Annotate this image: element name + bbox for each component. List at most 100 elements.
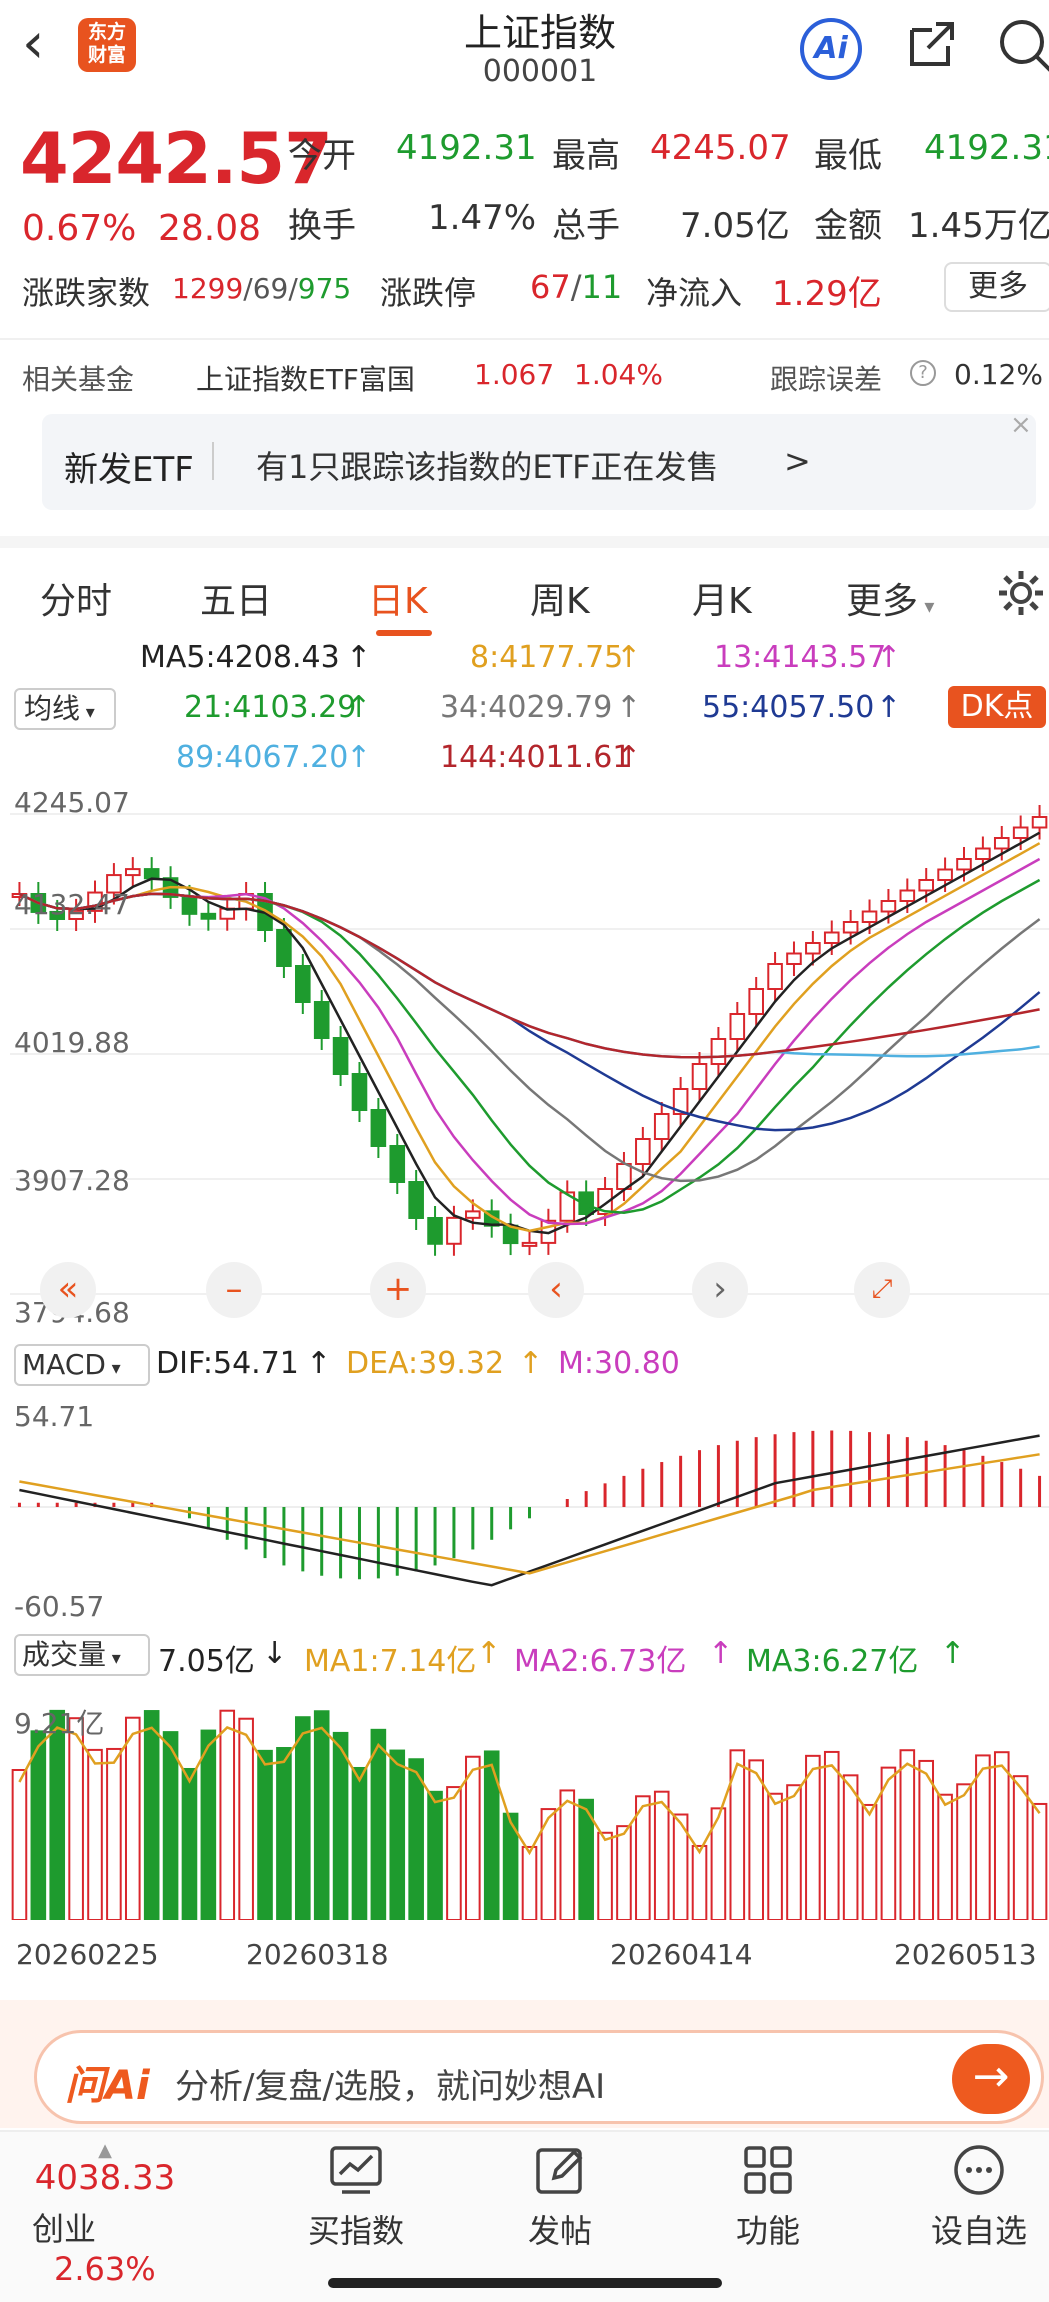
inflow-label: 净流入: [646, 274, 743, 312]
kline-candle: [1012, 826, 1029, 839]
volume-ma1: MA1:7.14亿: [304, 1644, 477, 1679]
low-label: 最低: [814, 136, 882, 176]
scroll-left-fast-icon[interactable]: «: [40, 1262, 96, 1318]
etf-arrow-icon: >: [784, 442, 811, 480]
volume-bar: [313, 1710, 330, 1920]
limit-down: 11: [581, 268, 623, 306]
edit-pencil-icon: [536, 2148, 583, 2194]
page-title: 上证指数: [463, 11, 616, 55]
related-fund-row[interactable]: 相关基金 上证指数ETF富国 1.067 1.04% 跟踪误差 ? 0.12%: [0, 338, 1049, 408]
zoom-in-icon[interactable]: +: [370, 1262, 426, 1318]
tab-more[interactable]: 更多 ▾: [846, 572, 934, 624]
kline-candle: [408, 1181, 424, 1219]
chart-trend-icon: [330, 2146, 382, 2194]
kline-candle: [691, 1063, 708, 1090]
share-icon[interactable]: [904, 16, 960, 72]
ai-search-bar[interactable]: 问Ai 分析/复盘/选股，就问妙想AI: [34, 2030, 1044, 2124]
logo-line2: 财富: [87, 44, 126, 66]
volume-bar: [257, 1749, 273, 1920]
ai-prompt-text: 分析/复盘/选股，就问妙想AI: [175, 2067, 606, 2107]
nav-post[interactable]: 发帖: [500, 2142, 620, 2252]
volume-bar: [87, 1748, 103, 1920]
back-chevron-icon[interactable]: ‹: [22, 16, 68, 76]
home-indicator: [328, 2278, 722, 2288]
kline-candle: [370, 1109, 387, 1147]
volume-bar: [975, 1754, 991, 1920]
tab-weekly-k[interactable]: 周K: [530, 572, 590, 624]
macd-dif: DIF:54.71: [156, 1346, 299, 1381]
volume-selector-label: 成交量: [22, 1638, 107, 1671]
fund-pct: 1.04%: [574, 358, 663, 391]
dk-point-button[interactable]: DK点: [948, 686, 1046, 728]
date-label-2: 20260318: [246, 1938, 389, 1971]
help-icon[interactable]: ?: [910, 360, 936, 386]
volume-ma3: MA3:6.27亿: [746, 1644, 919, 1679]
kline-candle: [295, 965, 311, 1003]
nav-add-watchlist-label: 设自选: [930, 2212, 1027, 2250]
date-label-1: 20260225: [16, 1938, 159, 1971]
fund-price: 1.067: [474, 358, 555, 391]
bottom-nav: ▲ 4038.33 创业 2.63% 买指数 发帖 功能 设自选: [0, 2130, 1049, 2302]
tab-five-day[interactable]: 五日: [200, 572, 272, 624]
fullscreen-icon[interactable]: ⤢: [854, 1262, 910, 1318]
ma-selector[interactable]: 均线 ▾: [14, 688, 116, 730]
volume-bar: [597, 1831, 613, 1920]
ai-go-arrow-icon[interactable]: →: [952, 2044, 1030, 2114]
open-label: 今开: [288, 136, 356, 176]
volume-value: 7.05亿: [680, 206, 790, 246]
macd-selector-label: MACD: [22, 1348, 106, 1381]
tab-intraday[interactable]: 分时: [40, 572, 112, 624]
close-icon[interactable]: ×: [1010, 410, 1032, 440]
scroll-left-icon[interactable]: ‹: [528, 1262, 584, 1318]
y-axis-label-2: 4132.47: [14, 888, 130, 921]
breadth-down: 975: [297, 272, 352, 305]
ma-selector-label: 均线: [24, 692, 81, 725]
volume-bar: [805, 1754, 821, 1920]
search-icon[interactable]: [996, 16, 1049, 76]
ma5-value: MA5:4208.43: [140, 640, 340, 675]
breadth-label: 涨跌家数: [22, 274, 151, 312]
ai-brand: 问Ai: [65, 2063, 150, 2109]
kline-chart[interactable]: [10, 784, 1049, 1332]
kline-candle: [842, 921, 859, 934]
fund-name: 上证指数ETF富国: [196, 363, 415, 396]
volume-selector[interactable]: 成交量 ▾: [14, 1634, 150, 1676]
volume-bar: [181, 1767, 198, 1920]
zoom-out-icon[interactable]: –: [206, 1262, 262, 1318]
more-quote-button[interactable]: 更多: [944, 262, 1049, 312]
limit-counts: 67 / 11: [530, 268, 623, 306]
volume-label: 总手: [552, 206, 620, 246]
scroll-right-icon[interactable]: ›: [692, 1262, 748, 1318]
turnover-label: 换手: [288, 206, 356, 246]
settings-gear-icon[interactable]: [996, 568, 1046, 618]
kline-candle: [975, 847, 991, 860]
kline-candle: [748, 988, 764, 1015]
nav-post-label: 发帖: [527, 2212, 592, 2250]
ai-assistant-button[interactable]: Ai: [800, 18, 862, 80]
kline-candle: [351, 1073, 368, 1111]
nav-functions[interactable]: 功能: [708, 2142, 828, 2252]
macd-selector[interactable]: MACD ▾: [14, 1344, 150, 1386]
volume-axis-max: 9.21亿: [14, 1707, 105, 1740]
high-label: 最高: [552, 136, 620, 176]
volume-bar: [1012, 1775, 1029, 1920]
kline-candle: [332, 1037, 349, 1075]
nav-buy-index[interactable]: 买指数: [296, 2142, 416, 2252]
new-etf-banner[interactable]: 新发ETF 有1只跟踪该指数的ETF正在发售 > ×: [42, 410, 1036, 510]
etf-text: 有1只跟踪该指数的ETF正在发售: [256, 448, 719, 486]
kline-candle: [389, 1145, 406, 1183]
tracking-value: 0.12%: [954, 358, 1043, 391]
macd-chart: [10, 1430, 1049, 1587]
kline-candle: [200, 912, 217, 920]
breadth-flat: 69: [252, 272, 289, 305]
volume-bar: [351, 1766, 368, 1920]
volume-bar: [219, 1709, 236, 1920]
volume-bar: [786, 1784, 802, 1920]
kline-candle: [767, 963, 783, 990]
ma21-value: 21:4103.29: [184, 690, 357, 725]
kline-candle: [465, 1210, 481, 1219]
tab-monthly-k[interactable]: 月K: [692, 572, 752, 624]
index-ticker[interactable]: ▲ 4038.33 创业 2.63%: [10, 2142, 200, 2289]
tab-daily-k[interactable]: 日K: [368, 572, 428, 624]
nav-add-watchlist[interactable]: 设自选: [914, 2142, 1044, 2252]
